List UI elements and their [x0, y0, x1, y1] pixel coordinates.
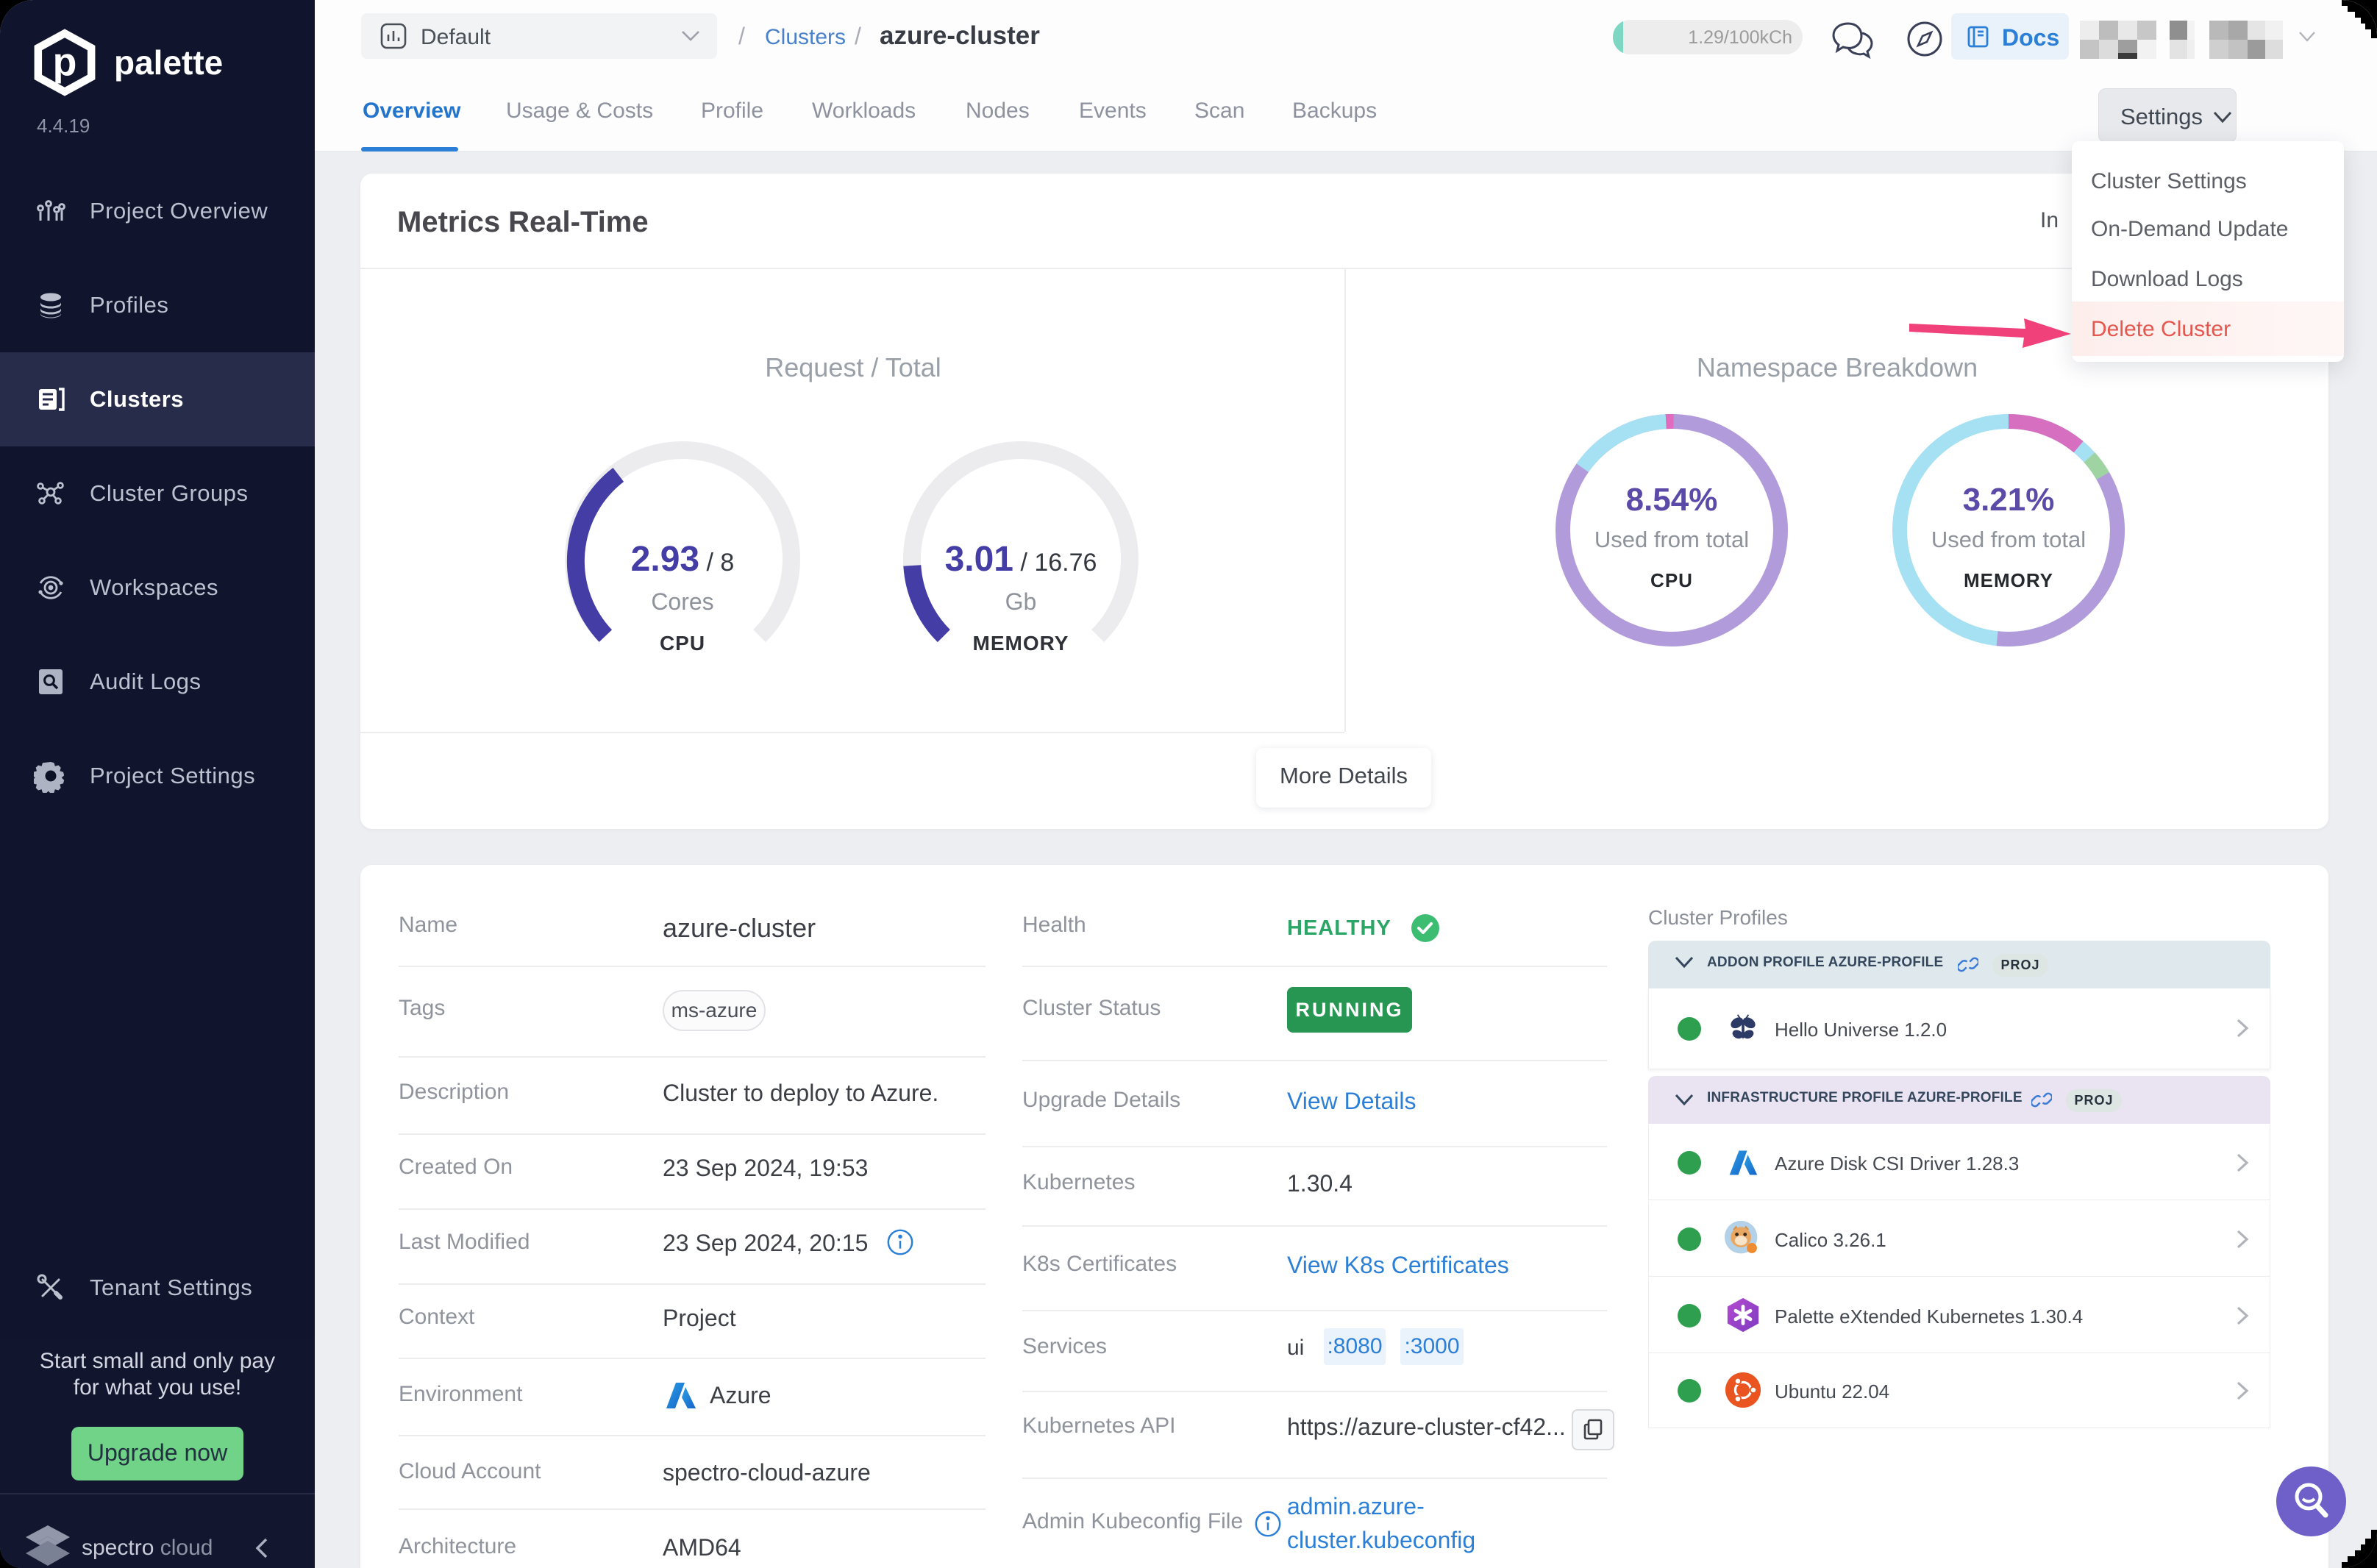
- svg-text:p: p: [53, 40, 77, 85]
